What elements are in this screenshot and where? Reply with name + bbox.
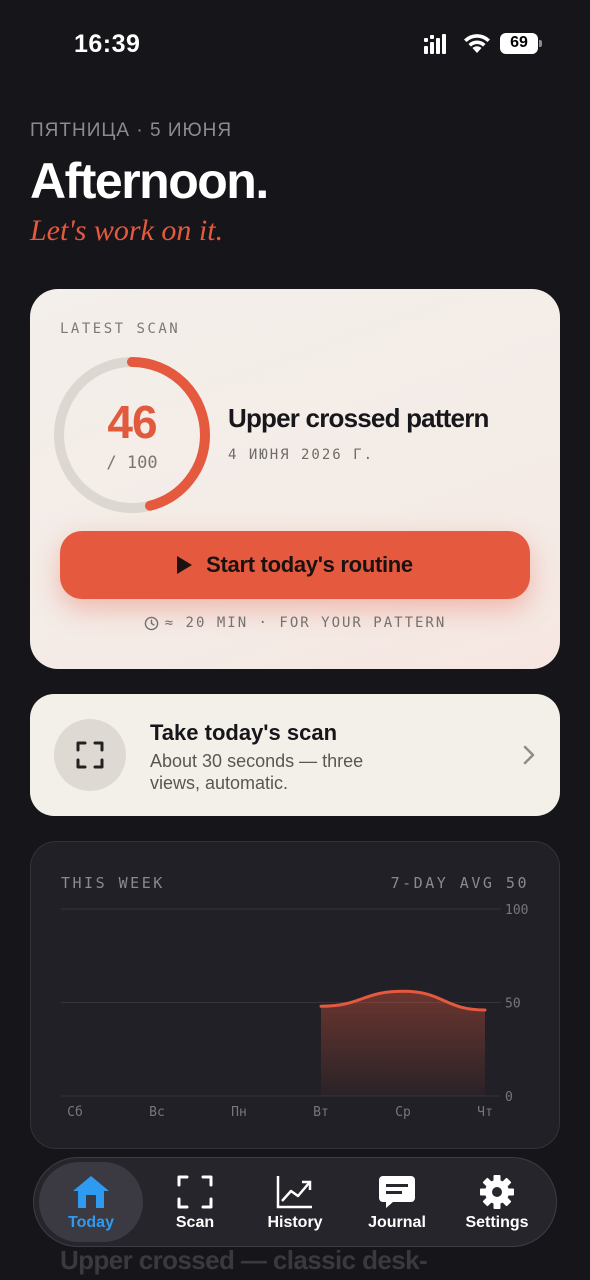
greeting-title: Afternoon.	[30, 153, 269, 209]
gear-icon	[480, 1175, 514, 1209]
week-chart: 100 50 0 Сб Вс Пн Вт Ср Чт	[61, 903, 528, 1120]
home-icon	[73, 1176, 109, 1208]
routine-meta-text: ≈ 20 MIN · FOR YOUR PATTERN	[164, 615, 447, 631]
battery-icon: 69	[500, 33, 542, 54]
tab-today-label: Today	[68, 1214, 114, 1231]
clock-icon	[144, 616, 158, 630]
status-time: 16:39	[74, 30, 141, 58]
y-tick-label: 0	[505, 1090, 513, 1105]
start-routine-button[interactable]: Start today's routine	[60, 531, 530, 599]
scan-frame-icon	[177, 1175, 213, 1209]
tab-bar: Today Scan History Journal Settings	[33, 1157, 557, 1247]
latest-scan-label: LATEST SCAN	[60, 321, 181, 337]
tab-today[interactable]: Today	[39, 1162, 143, 1242]
score-max: / 100	[106, 453, 158, 473]
tab-history-label: History	[267, 1214, 323, 1231]
tab-scan-label: Scan	[175, 1214, 215, 1231]
take-scan-card[interactable]: Take today's scan About 30 seconds — thr…	[30, 694, 560, 816]
chart-line-icon	[276, 1176, 312, 1209]
take-scan-title: Take today's scan	[150, 720, 338, 745]
x-tick-label: Сб	[67, 1105, 83, 1120]
scan-frame-button	[54, 719, 126, 791]
greeting-tagline: Let's work on it.	[30, 214, 224, 247]
tab-journal-label: Journal	[368, 1214, 426, 1231]
score-value: 46	[107, 396, 157, 448]
routine-meta: ≈ 20 MIN · FOR YOUR PATTERN	[30, 615, 560, 631]
tab-scan[interactable]: Scan	[143, 1162, 247, 1242]
cellular-signal-icon	[424, 34, 446, 54]
take-scan-description: About 30 seconds — three views, automati…	[150, 751, 364, 793]
tab-settings[interactable]: Settings	[445, 1162, 549, 1242]
pattern-name: Upper crossed pattern	[228, 403, 489, 433]
latest-scan-card[interactable]: LATEST SCAN 46 / 100 Upper crossed patte…	[30, 289, 560, 669]
start-routine-label: Start today's routine	[206, 552, 413, 577]
y-tick-label: 100	[505, 903, 528, 918]
battery-level: 69	[510, 34, 528, 51]
x-tick-label: Пн	[231, 1105, 247, 1120]
tab-journal[interactable]: Journal	[345, 1162, 449, 1242]
play-icon	[177, 556, 193, 574]
wifi-icon	[464, 34, 490, 53]
scan-date: 4 ИЮНЯ 2026 Г.	[228, 447, 375, 463]
chevron-right-icon	[523, 745, 535, 765]
scan-frame-icon	[76, 741, 104, 769]
status-bar: 16:39 69	[0, 0, 590, 90]
message-icon	[379, 1176, 415, 1208]
tab-settings-label: Settings	[465, 1214, 529, 1231]
date-line: ПЯТНИЦА · 5 ИЮНЯ	[30, 120, 233, 141]
x-tick-label: Чт	[477, 1105, 493, 1120]
peek-heading: Upper crossed — classic desk-	[60, 1245, 428, 1275]
x-tick-label: Вт	[313, 1105, 329, 1120]
x-tick-label: Вс	[149, 1105, 165, 1120]
x-tick-label: Ср	[395, 1105, 411, 1120]
y-tick-label: 50	[505, 997, 521, 1012]
tab-history[interactable]: History	[243, 1162, 347, 1242]
week-chart-card: THIS WEEK 7-DAY AVG 50 100 50 0 Сб Вс Пн Вт Ср Ч…	[30, 841, 560, 1149]
